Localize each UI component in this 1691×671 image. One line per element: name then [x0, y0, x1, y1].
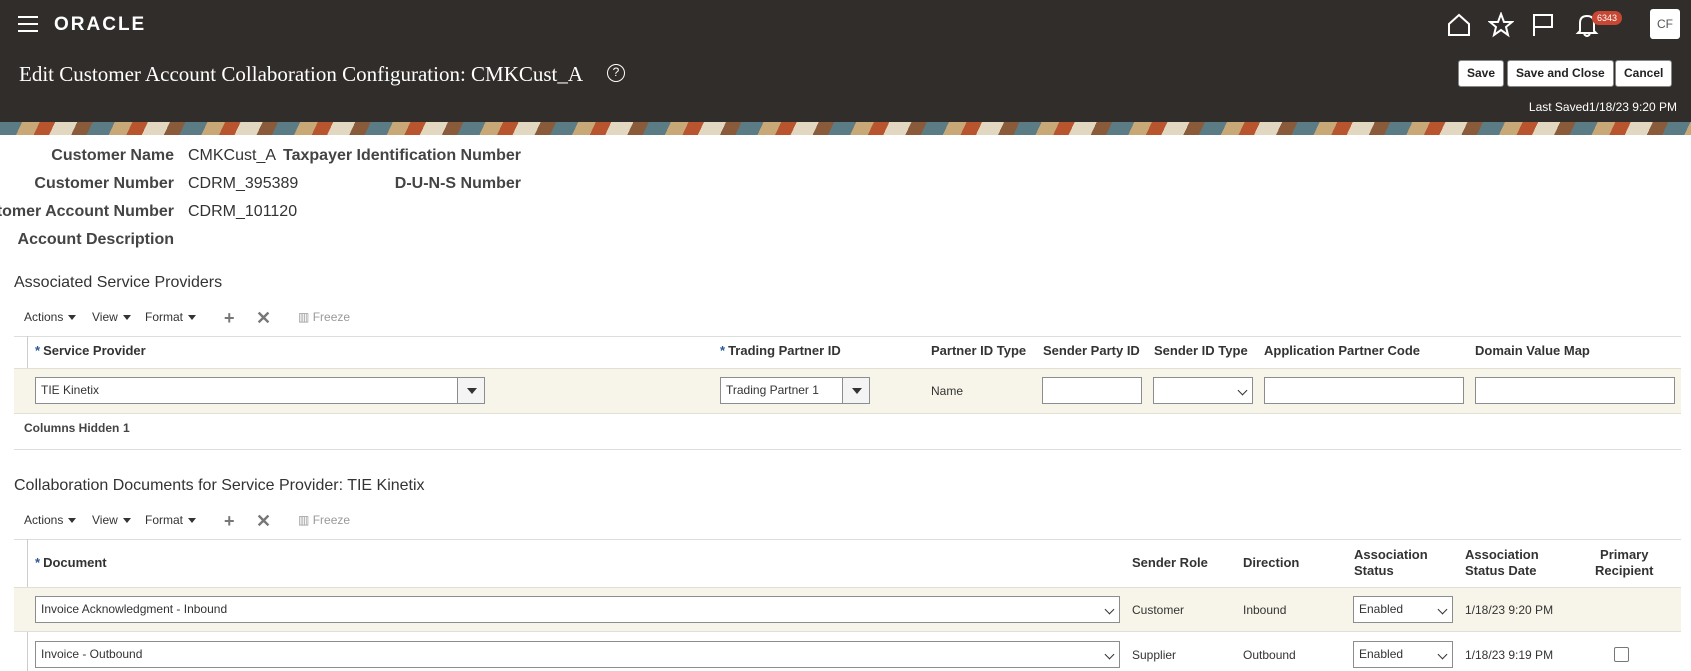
menu-icon[interactable]	[18, 16, 38, 32]
trading-partner-combobox[interactable]: Trading Partner 1	[720, 377, 870, 404]
col-association-status[interactable]: Association Status	[1354, 547, 1428, 579]
delete-row-icon[interactable]: ✕	[256, 512, 271, 530]
freeze-button[interactable]: ▥ Freeze	[298, 513, 350, 527]
delete-row-icon[interactable]: ✕	[256, 309, 271, 327]
view-menu[interactable]: View	[92, 513, 131, 527]
primary-recipient-checkbox[interactable]	[1614, 647, 1629, 662]
col-sender-role[interactable]: Sender Role	[1132, 555, 1208, 570]
actions-menu[interactable]: Actions	[24, 513, 77, 527]
sender-role-value: Supplier	[1132, 648, 1177, 662]
customer-name-value: CMKCust_A	[188, 147, 277, 164]
col-sender-id-type[interactable]: Sender ID Type	[1154, 343, 1248, 358]
document-select[interactable]: Invoice Acknowledgment - Inbound	[35, 596, 1120, 623]
chevron-down-icon	[1104, 604, 1115, 615]
flag-icon[interactable]	[1530, 12, 1556, 38]
customer-number-label: Customer Number	[34, 175, 174, 192]
col-service-provider[interactable]: * Service Provider	[35, 343, 146, 358]
partner-id-type-value: Name	[931, 384, 964, 398]
document-select[interactable]: Invoice - Outbound	[35, 641, 1120, 668]
page-header: Edit Customer Account Collaboration Conf…	[0, 50, 1691, 122]
service-providers-title: Associated Service Providers	[14, 274, 223, 291]
association-status-date-value: 1/18/23 9:20 PM	[1465, 603, 1554, 617]
star-icon[interactable]	[1488, 12, 1514, 38]
view-menu[interactable]: View	[92, 310, 131, 324]
notification-badge: 6343	[1592, 11, 1623, 25]
freeze-button[interactable]: ▥ Freeze	[298, 310, 350, 324]
association-status-date-value: 1/18/23 9:19 PM	[1465, 648, 1554, 662]
global-header: ORACLE 6343 CF	[0, 0, 1691, 50]
oracle-logo[interactable]: ORACLE	[54, 14, 146, 36]
format-menu[interactable]: Format	[145, 513, 197, 527]
user-avatar[interactable]: CF	[1650, 9, 1680, 39]
account-number-label: Customer Account Number	[0, 203, 174, 220]
col-partner-id-type[interactable]: Partner ID Type	[931, 343, 1026, 358]
association-status-select[interactable]: Enabled	[1353, 596, 1453, 623]
col-application-partner-code[interactable]: Application Partner Code	[1264, 343, 1420, 358]
direction-value: Inbound	[1243, 603, 1287, 617]
home-icon[interactable]	[1446, 12, 1472, 38]
col-sender-party-id[interactable]: Sender Party ID	[1043, 343, 1140, 358]
taxpayer-id-label: Taxpayer Identification Number	[283, 147, 521, 164]
col-trading-partner-id[interactable]: * Trading Partner ID	[720, 343, 841, 358]
documents-table-top	[14, 539, 1681, 540]
col-domain-value-map[interactable]: Domain Value Map	[1475, 343, 1590, 358]
save-button[interactable]: Save	[1458, 60, 1505, 87]
sender-id-type-select[interactable]	[1153, 377, 1253, 404]
sender-role-value: Customer	[1132, 603, 1185, 617]
cancel-button[interactable]: Cancel	[1615, 60, 1673, 87]
chevron-down-icon	[1237, 385, 1248, 396]
customer-number-value: CDRM_395389	[188, 175, 299, 192]
duns-number-label: D-U-N-S Number	[394, 175, 521, 192]
providers-table-bottom	[14, 449, 1681, 450]
freeze-icon: ▥	[298, 310, 310, 324]
customer-name-label: Customer Name	[51, 147, 174, 164]
actions-menu[interactable]: Actions	[24, 310, 77, 324]
application-partner-code-input[interactable]	[1264, 377, 1464, 404]
decorative-banner	[0, 122, 1691, 135]
chevron-down-icon	[1437, 649, 1448, 660]
chevron-down-icon	[1437, 604, 1448, 615]
freeze-icon: ▥	[298, 513, 310, 527]
documents-title: Collaboration Documents for Service Prov…	[14, 477, 425, 494]
association-status-select[interactable]: Enabled	[1353, 641, 1453, 668]
domain-value-map-input[interactable]	[1475, 377, 1675, 404]
dropdown-arrow-icon[interactable]	[842, 377, 870, 404]
sender-party-id-input[interactable]	[1042, 377, 1142, 404]
col-association-status-date[interactable]: Association Status Date	[1465, 547, 1539, 579]
help-icon[interactable]: ?	[607, 64, 625, 82]
chevron-down-icon	[1104, 649, 1115, 660]
col-primary-recipient[interactable]: Primary Recipient	[1595, 547, 1654, 579]
service-provider-combobox[interactable]: TIE Kinetix	[35, 377, 485, 404]
add-row-icon[interactable]: +	[224, 512, 235, 530]
providers-table-top	[14, 336, 1681, 337]
columns-hidden-count[interactable]: 1	[123, 421, 130, 435]
save-and-close-button[interactable]: Save and Close	[1507, 60, 1614, 87]
page-title: Edit Customer Account Collaboration Conf…	[19, 62, 584, 86]
account-description-label: Account Description	[17, 231, 174, 248]
add-row-icon[interactable]: +	[224, 309, 235, 327]
account-number-value: CDRM_101120	[188, 203, 298, 220]
columns-hidden-label: Columns Hidden	[24, 421, 120, 435]
format-menu[interactable]: Format	[145, 310, 197, 324]
col-document[interactable]: * Document	[35, 555, 107, 570]
dropdown-arrow-icon[interactable]	[457, 377, 485, 404]
direction-value: Outbound	[1243, 648, 1296, 662]
last-saved-text: Last Saved1/18/23 9:20 PM	[1528, 100, 1677, 114]
col-direction[interactable]: Direction	[1243, 555, 1299, 570]
